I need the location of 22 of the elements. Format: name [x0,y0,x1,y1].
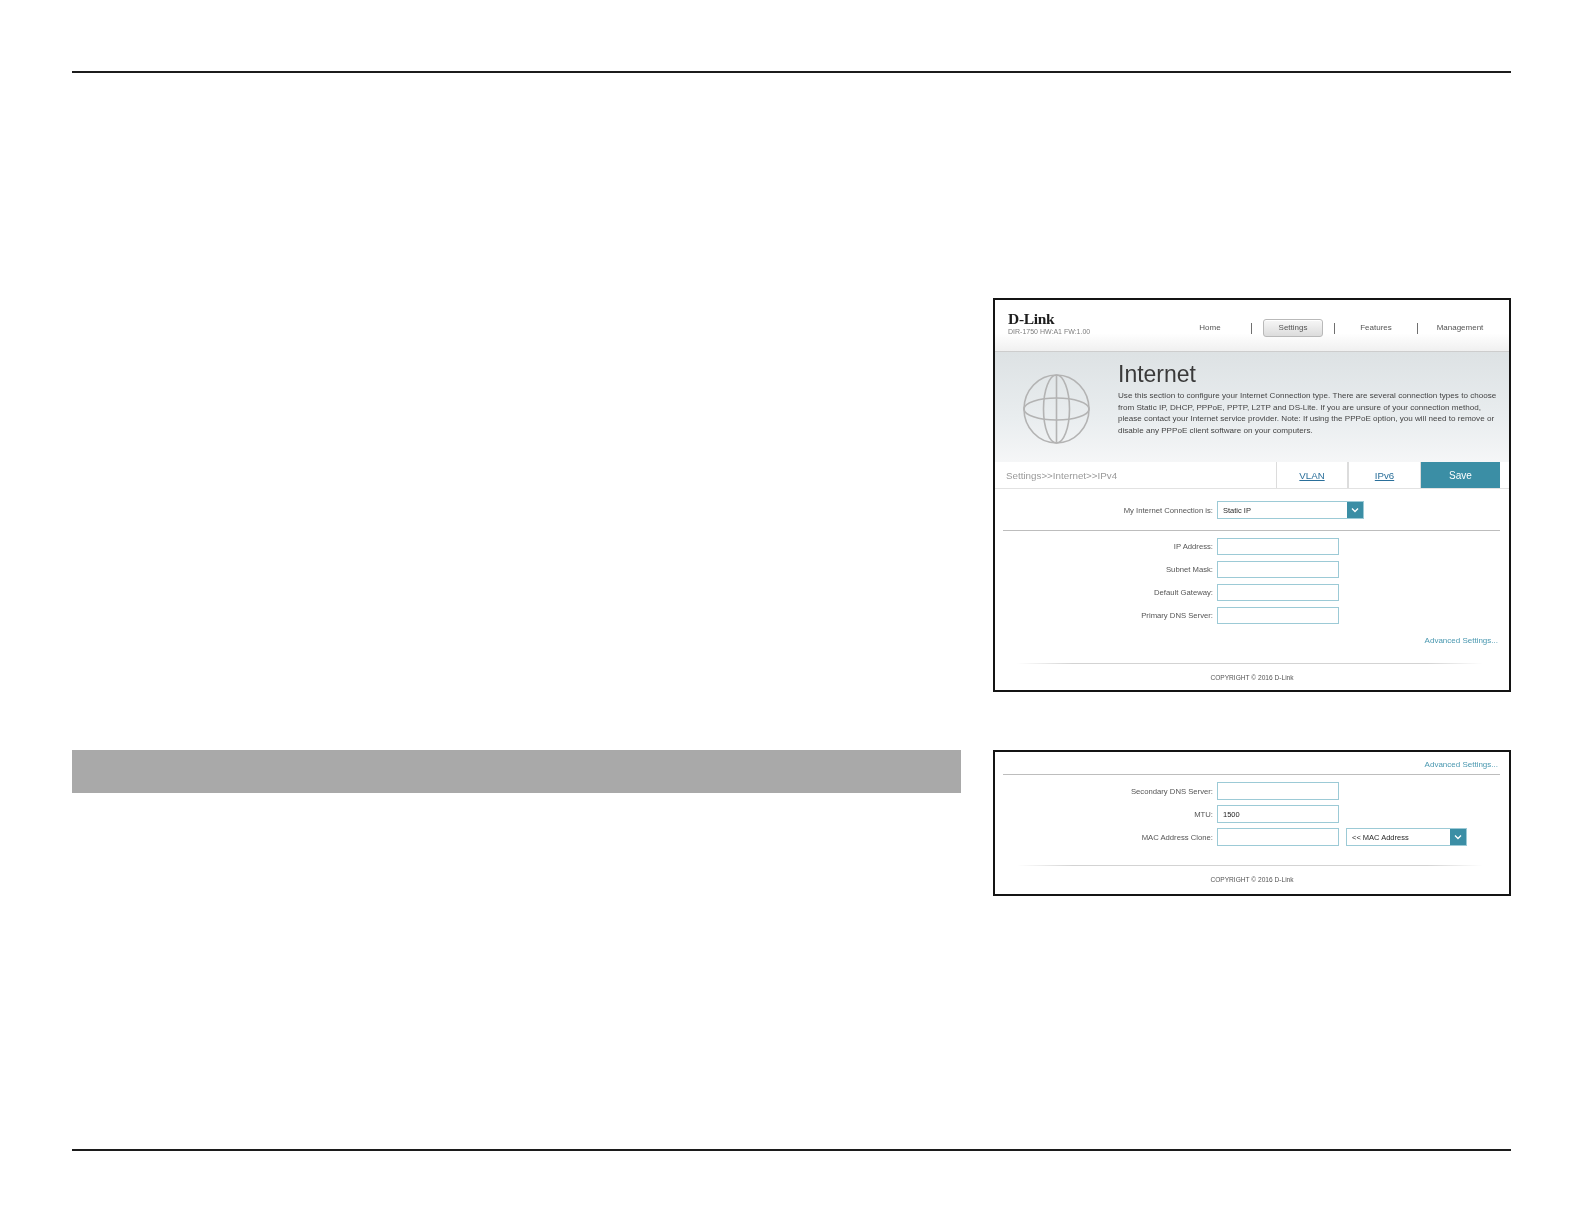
text-field[interactable] [1217,584,1339,601]
text-field[interactable] [1217,561,1339,578]
nav-tab[interactable]: Features [1346,319,1406,337]
nav-tab[interactable]: Home [1180,319,1240,337]
text-field[interactable] [1217,828,1339,846]
page-title: Internet [1118,361,1197,387]
brand-logo: D-Link [1008,311,1055,326]
chevron-down-icon [1450,829,1466,845]
link-button[interactable]: VLAN [1276,462,1348,488]
text-field[interactable] [1217,607,1339,624]
text-field[interactable] [1217,782,1339,800]
nav-tab[interactable]: Settings [1263,319,1323,337]
advanced-settings-link[interactable]: Advanced Settings... [1424,636,1498,646]
page-description: Use this section to configure your Internet Connection type. There are several connection types to choose from Static IP, DHCP, PPPoE, PPTP, L2TP and DS-Lite. If you are unsure of your connection method, please contact your Internet service provider. Note: If using the PPPoE option, you will need to remove or disable any PPPoE client software on your computers. [1118,390,1498,437]
nav-tab[interactable]: Management [1429,319,1491,337]
advanced-settings-link[interactable]: Advanced Settings... [1424,760,1498,770]
globe-icon [1023,374,1090,444]
breadcrumb-text: Settings>>Internet>>IPv4 [1005,468,1119,483]
text-field[interactable] [1217,538,1339,555]
link-button[interactable]: IPv6 [1348,462,1421,488]
primary-button[interactable]: Save [1421,462,1500,488]
chevron-down-icon [1347,502,1363,518]
